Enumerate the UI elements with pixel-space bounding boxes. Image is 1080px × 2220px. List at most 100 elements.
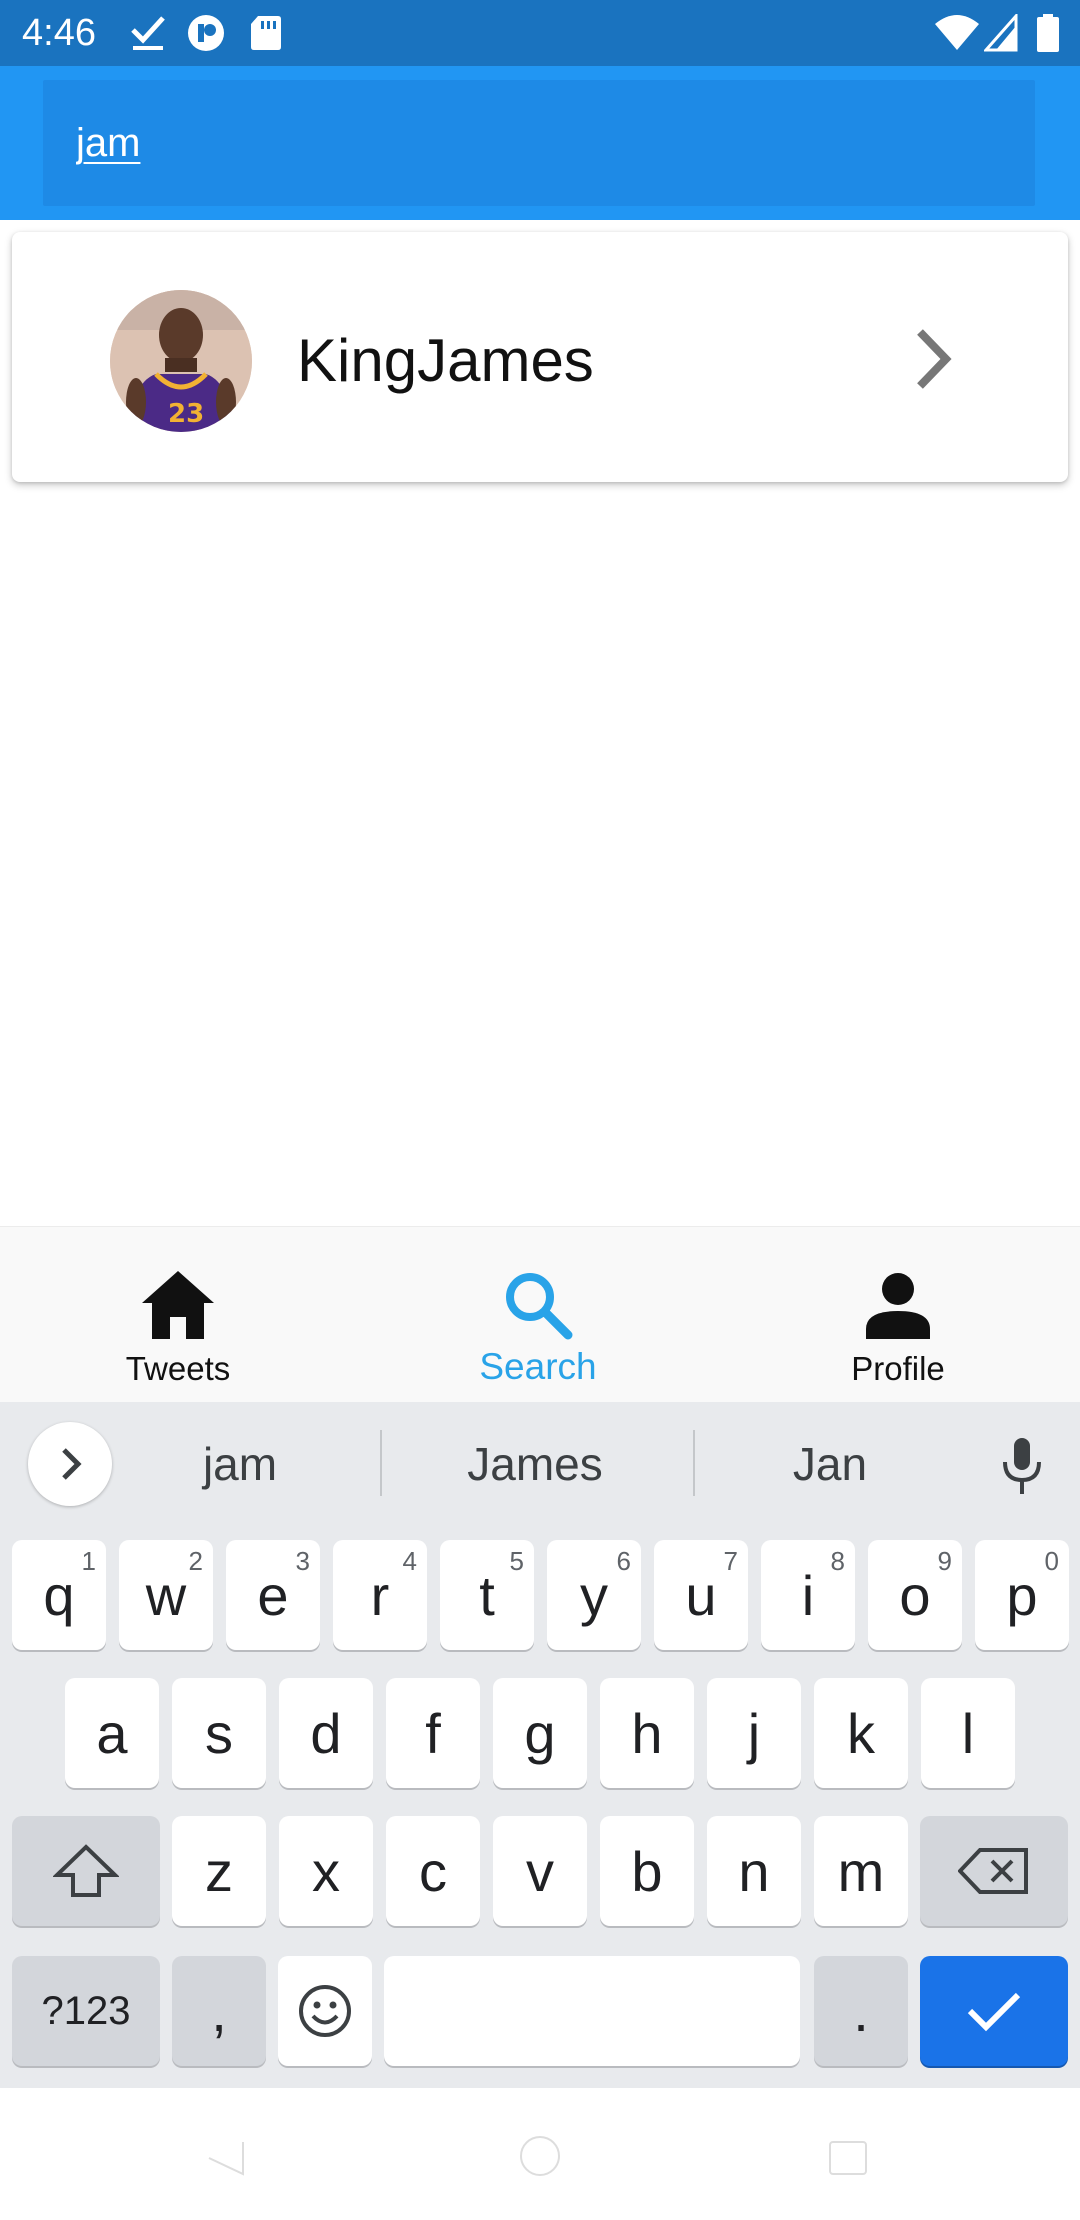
search-result-card[interactable]: 23 KingJames <box>12 232 1068 482</box>
wifi-icon <box>935 15 979 50</box>
shift-icon <box>53 1844 119 1897</box>
nav-label-search: Search <box>479 1346 597 1387</box>
person-icon <box>866 1273 930 1339</box>
key-u[interactable]: u7 <box>654 1540 748 1650</box>
backspace-key[interactable] <box>920 1816 1068 1926</box>
suggestion-3[interactable]: Jan <box>720 1434 940 1494</box>
key-u-hint: 7 <box>723 1546 738 1576</box>
suggestion-divider <box>693 1430 695 1496</box>
key-s[interactable]: s <box>172 1678 266 1788</box>
key-d-label: d <box>310 1701 342 1765</box>
pocket-app-icon <box>188 15 224 51</box>
key-w-label: w <box>145 1563 187 1627</box>
key-c-label: c <box>419 1839 447 1903</box>
nav-item-tweets[interactable]: Tweets <box>28 1227 328 1403</box>
key-t-hint: 5 <box>509 1546 524 1576</box>
battery-icon <box>1037 14 1059 52</box>
nav-item-search[interactable]: Search <box>388 1227 688 1403</box>
key-z[interactable]: z <box>172 1816 266 1926</box>
key-r-hint: 4 <box>402 1546 417 1576</box>
key-v-label: v <box>526 1839 554 1903</box>
emoji-key[interactable] <box>278 1956 372 2066</box>
search-input[interactable] <box>76 115 976 171</box>
chevron-right-icon <box>62 1448 82 1480</box>
key-e-label: e <box>257 1563 289 1627</box>
key-i[interactable]: i8 <box>761 1540 855 1650</box>
result-username: KingJames <box>297 327 594 394</box>
enter-key[interactable] <box>920 1956 1068 2066</box>
key-f-label: f <box>425 1701 441 1765</box>
period-key-label: . <box>853 1979 869 2043</box>
key-t-label: t <box>479 1563 495 1627</box>
key-o-hint: 9 <box>937 1546 952 1576</box>
emoji-icon <box>299 1985 351 2037</box>
key-q[interactable]: q1 <box>12 1540 106 1650</box>
key-g-label: g <box>524 1701 556 1765</box>
key-n[interactable]: n <box>707 1816 801 1926</box>
key-o[interactable]: o9 <box>868 1540 962 1650</box>
key-g[interactable]: g <box>493 1678 587 1788</box>
microphone-icon[interactable] <box>1000 1436 1044 1496</box>
key-b[interactable]: b <box>600 1816 694 1926</box>
key-y-hint: 6 <box>616 1546 631 1576</box>
period-key[interactable]: . <box>814 1956 908 2066</box>
key-q-label: q <box>43 1563 75 1627</box>
comma-key[interactable]: , <box>172 1956 266 2066</box>
avatar-photo: 23 <box>110 290 252 432</box>
key-q-hint: 1 <box>81 1546 96 1576</box>
key-i-hint: 8 <box>830 1546 845 1576</box>
comma-key-label: , <box>211 1979 227 2043</box>
bottom-navigation: Tweets Search Profile <box>0 1226 1080 1402</box>
key-m[interactable]: m <box>814 1816 908 1926</box>
back-icon[interactable] <box>203 2138 249 2178</box>
key-o-label: o <box>899 1563 931 1627</box>
key-z-label: z <box>205 1839 233 1903</box>
checkmark-icon <box>967 1992 1021 2032</box>
key-y[interactable]: y6 <box>547 1540 641 1650</box>
key-e[interactable]: e3 <box>226 1540 320 1650</box>
key-d[interactable]: d <box>279 1678 373 1788</box>
svg-text:23: 23 <box>168 399 204 429</box>
home-button-icon[interactable] <box>518 2134 562 2178</box>
key-w-hint: 2 <box>188 1546 203 1576</box>
space-key[interactable] <box>384 1956 800 2066</box>
suggestions-expand-button[interactable] <box>28 1422 112 1506</box>
key-t[interactable]: t5 <box>440 1540 534 1650</box>
key-x[interactable]: x <box>279 1816 373 1926</box>
soft-keyboard: jam James Jan q1w2e3r4t5y6u7i8o9p0asdfgh… <box>0 1402 1080 2088</box>
nav-item-profile[interactable]: Profile <box>748 1227 1048 1403</box>
key-k-label: k <box>847 1701 875 1765</box>
suggestion-divider <box>380 1430 382 1496</box>
key-p[interactable]: p0 <box>975 1540 1069 1650</box>
key-j-label: j <box>747 1701 761 1765</box>
key-f[interactable]: f <box>386 1678 480 1788</box>
key-a[interactable]: a <box>65 1678 159 1788</box>
key-p-hint: 0 <box>1044 1546 1059 1576</box>
key-h[interactable]: h <box>600 1678 694 1788</box>
key-l[interactable]: l <box>921 1678 1015 1788</box>
key-a-label: a <box>96 1701 128 1765</box>
key-v[interactable]: v <box>493 1816 587 1926</box>
key-l-label: l <box>961 1701 975 1765</box>
key-m-label: m <box>837 1839 885 1903</box>
symbols-key-label: ?123 <box>41 1988 131 2033</box>
recents-icon[interactable] <box>826 2138 870 2178</box>
search-icon <box>506 1273 573 1340</box>
key-r-label: r <box>370 1563 390 1627</box>
sd-card-icon <box>251 16 281 50</box>
key-j[interactable]: j <box>707 1678 801 1788</box>
backspace-icon <box>958 1848 1028 1894</box>
key-k[interactable]: k <box>814 1678 908 1788</box>
key-n-label: n <box>738 1839 770 1903</box>
status-bar: 4:46 <box>0 0 1080 66</box>
key-r[interactable]: r4 <box>333 1540 427 1650</box>
symbols-key[interactable]: ?123 <box>12 1956 160 2066</box>
key-c[interactable]: c <box>386 1816 480 1926</box>
shift-key[interactable] <box>12 1816 160 1926</box>
suggestion-2[interactable]: James <box>400 1434 670 1494</box>
key-w[interactable]: w2 <box>119 1540 213 1650</box>
key-e-hint: 3 <box>295 1546 310 1576</box>
home-icon <box>142 1271 214 1339</box>
suggestion-1[interactable]: jam <box>130 1434 350 1494</box>
key-i-label: i <box>801 1563 815 1627</box>
